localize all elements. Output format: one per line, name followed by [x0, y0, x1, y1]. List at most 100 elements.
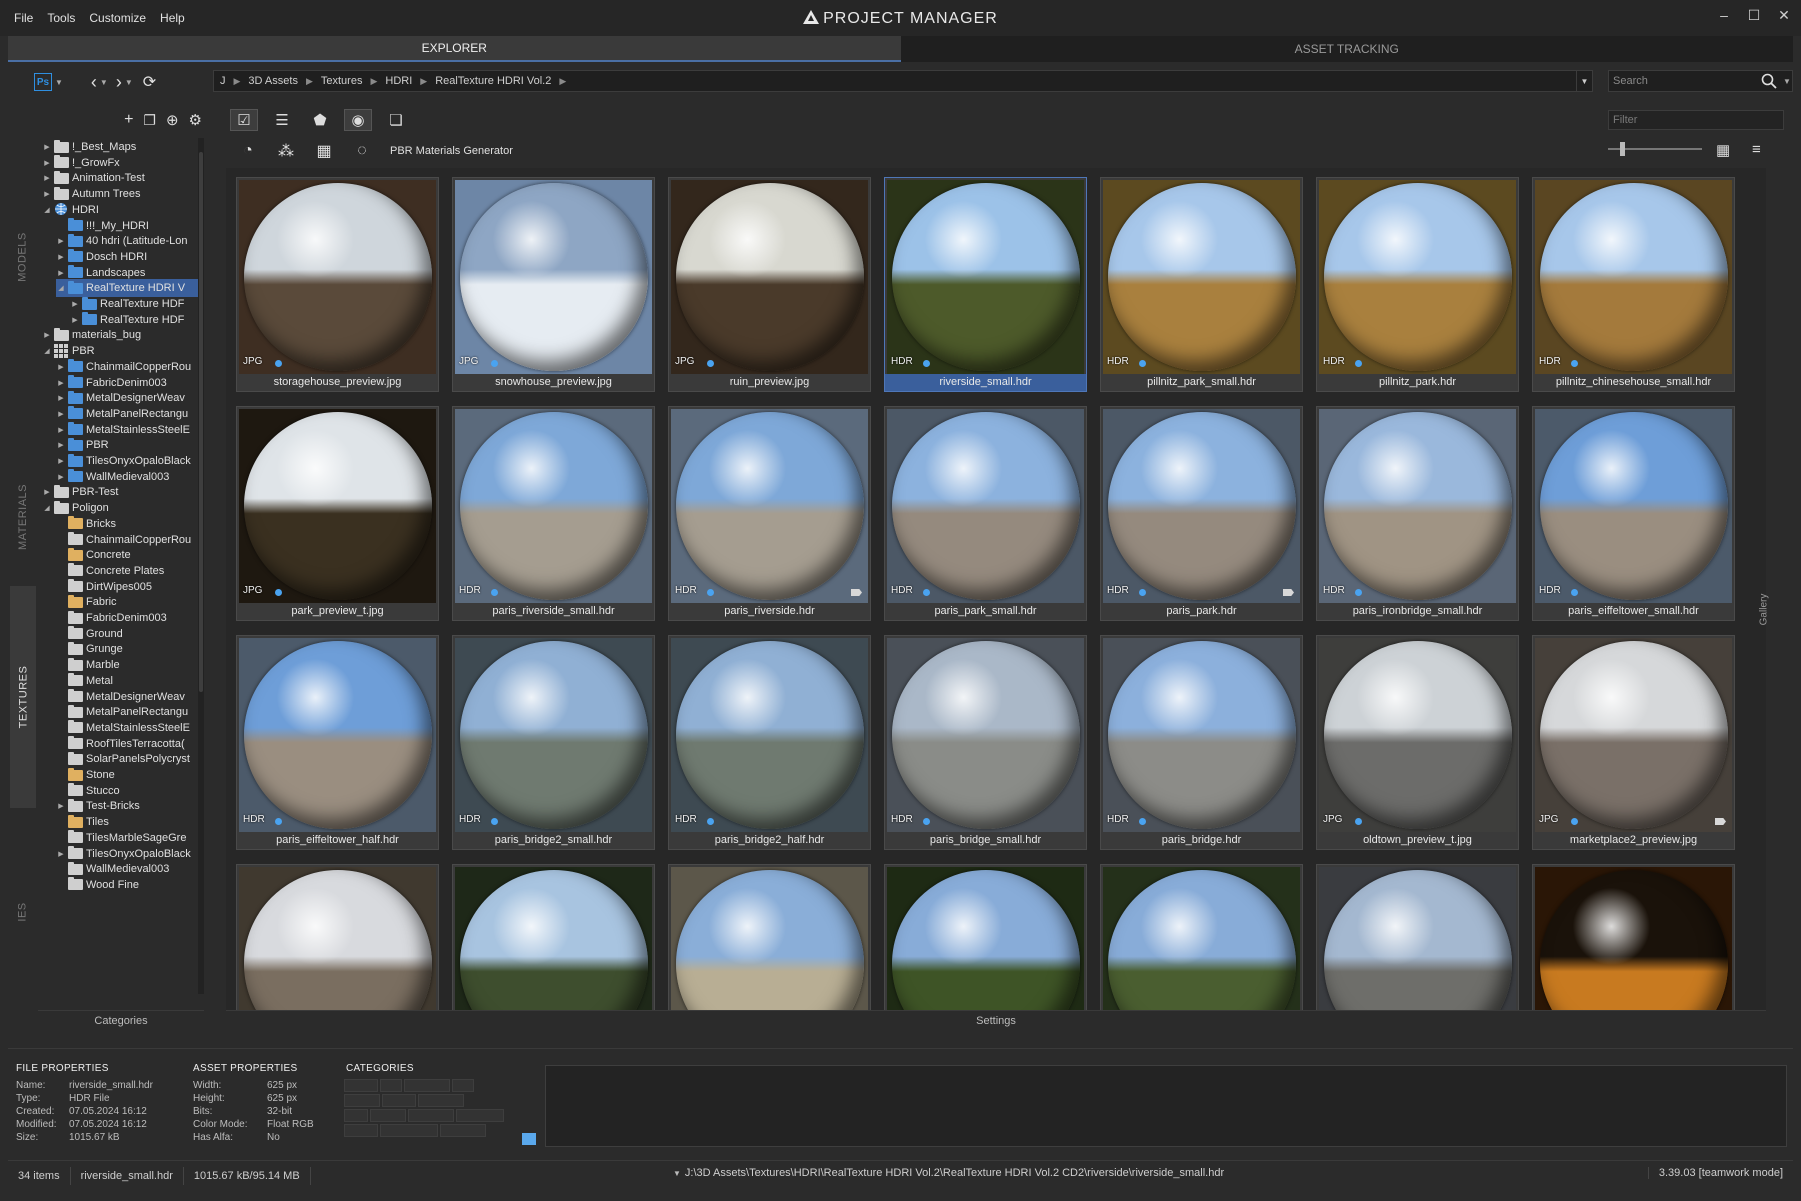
category-cell[interactable]: [344, 1094, 380, 1107]
asset-thumbnail[interactable]: HDR: [1319, 409, 1516, 603]
asset-card[interactable]: HDR paris_park_small.hdr: [884, 406, 1087, 621]
asset-thumbnail[interactable]: [239, 867, 436, 1010]
asset-thumbnail[interactable]: [671, 867, 868, 1010]
asset-card[interactable]: JPG park_preview_t.jpg: [236, 406, 439, 621]
asset-thumbnail[interactable]: HDR: [671, 409, 868, 603]
expand-arrow-icon[interactable]: ▶: [56, 441, 66, 449]
category-cell[interactable]: [452, 1079, 474, 1092]
gear-icon[interactable]: ⚙: [189, 111, 202, 129]
material-sphere-icon[interactable]: ◔: [236, 140, 260, 162]
side-tab-materials[interactable]: MATERIALS: [10, 462, 36, 572]
asset-thumbnail[interactable]: HDR: [239, 638, 436, 832]
expand-arrow-icon[interactable]: ▶: [70, 300, 80, 308]
chevron-down-icon[interactable]: ▼: [55, 78, 63, 87]
expand-arrow-icon[interactable]: ▶: [42, 159, 52, 167]
chevron-down-icon[interactable]: ▼: [1783, 77, 1791, 86]
asset-card[interactable]: HDR paris_bridge_small.hdr: [884, 635, 1087, 850]
asset-card[interactable]: JPG storagehouse_preview.jpg: [236, 177, 439, 392]
asset-card[interactable]: [1100, 864, 1303, 1010]
select-mode-icon[interactable]: ☑: [230, 109, 258, 131]
category-color-swatch[interactable]: [522, 1133, 536, 1145]
expand-arrow-icon[interactable]: ▶: [56, 269, 66, 277]
asset-thumbnail[interactable]: HDR: [455, 409, 652, 603]
forward-icon[interactable]: ›: [116, 72, 122, 93]
asset-thumbnail[interactable]: HDR: [1103, 409, 1300, 603]
multi-material-icon[interactable]: ⁂: [274, 140, 298, 162]
tag-icon[interactable]: ⬟: [306, 109, 334, 131]
category-cell[interactable]: [380, 1124, 438, 1137]
asset-card[interactable]: JPG snowhouse_preview.jpg: [452, 177, 655, 392]
tree-item[interactable]: Wood Fine: [56, 876, 198, 894]
asset-card[interactable]: HDR pillnitz_park_small.hdr: [1100, 177, 1303, 392]
expand-arrow-icon[interactable]: ▶: [42, 190, 52, 198]
close-icon[interactable]: ✕: [1777, 7, 1791, 23]
breadcrumb-item[interactable]: Textures: [321, 75, 363, 87]
pbr-generator-label[interactable]: PBR Materials Generator: [390, 145, 513, 157]
asset-thumbnail[interactable]: [887, 867, 1084, 1010]
asset-thumbnail[interactable]: [1319, 867, 1516, 1010]
asset-card[interactable]: [884, 864, 1087, 1010]
asset-thumbnail[interactable]: HDR: [455, 638, 652, 832]
categories-toggle[interactable]: Categories: [38, 1010, 204, 1030]
expand-arrow-icon[interactable]: ▶: [56, 379, 66, 387]
category-cell[interactable]: [408, 1109, 454, 1122]
asset-card[interactable]: HDR paris_ironbridge_small.hdr: [1316, 406, 1519, 621]
asset-thumbnail[interactable]: HDR: [1535, 409, 1732, 603]
sort-icon[interactable]: ≡: [1752, 141, 1761, 158]
expand-arrow-icon[interactable]: ▶: [56, 253, 66, 261]
breadcrumb-item[interactable]: HDRI: [385, 75, 412, 87]
asset-thumbnail[interactable]: HDR: [1535, 180, 1732, 374]
category-cell[interactable]: [344, 1124, 378, 1137]
breadcrumb-item[interactable]: 3D Assets: [248, 75, 298, 87]
menu-customize[interactable]: Customize: [89, 11, 146, 25]
asset-card[interactable]: JPG oldtown_preview_t.jpg: [1316, 635, 1519, 850]
menu-tools[interactable]: Tools: [47, 11, 75, 25]
refresh-icon[interactable]: ⟳: [143, 72, 156, 92]
asset-thumbnail[interactable]: JPG: [671, 180, 868, 374]
expand-arrow-icon[interactable]: ▶: [42, 331, 52, 339]
texture-grid-icon[interactable]: ▦: [312, 140, 336, 162]
asset-thumbnail[interactable]: [455, 867, 652, 1010]
filter-input[interactable]: Filter: [1608, 110, 1784, 130]
asset-card[interactable]: HDR paris_riverside.hdr: [668, 406, 871, 621]
menu-file[interactable]: File: [14, 11, 33, 25]
breadcrumb-dropdown-icon[interactable]: ▼: [1576, 71, 1592, 91]
expand-arrow-icon[interactable]: ▶: [56, 426, 66, 434]
gallery-side-tab[interactable]: Gallery: [1758, 580, 1782, 640]
asset-card[interactable]: HDR paris_eiffeltower_small.hdr: [1532, 406, 1735, 621]
breadcrumb[interactable]: J ▶ 3D Assets ▶ Textures ▶ HDRI ▶ RealTextur…: [213, 70, 1593, 92]
globe-icon[interactable]: ⊕: [166, 111, 179, 129]
expand-arrow-icon[interactable]: ▶: [56, 850, 66, 858]
asset-thumbnail[interactable]: JPG: [239, 409, 436, 603]
asset-thumbnail[interactable]: JPG: [1535, 638, 1732, 832]
category-cell[interactable]: [344, 1079, 378, 1092]
expand-arrow-icon[interactable]: ▶: [56, 394, 66, 402]
tree-scrollbar[interactable]: [198, 138, 204, 994]
asset-card[interactable]: HDR paris_park.hdr: [1100, 406, 1303, 621]
search-icon[interactable]: [1761, 73, 1777, 89]
expand-arrow-icon[interactable]: ▶: [56, 802, 66, 810]
category-cell[interactable]: [370, 1109, 406, 1122]
category-cell[interactable]: [404, 1079, 450, 1092]
thumbnail-size-slider[interactable]: [1608, 142, 1702, 156]
maximize-icon[interactable]: ☐: [1747, 7, 1761, 23]
expand-arrow-icon[interactable]: ▶: [56, 457, 66, 465]
asset-thumbnail[interactable]: HDR: [1103, 638, 1300, 832]
asset-thumbnail[interactable]: HDR: [887, 409, 1084, 603]
asset-thumbnail[interactable]: HDR: [671, 638, 868, 832]
asset-thumbnail[interactable]: [1103, 867, 1300, 1010]
asset-thumbnail[interactable]: [1535, 867, 1732, 1010]
breadcrumb-item[interactable]: J: [220, 75, 226, 87]
expand-arrow-icon[interactable]: ▶: [42, 174, 52, 182]
asset-thumbnail[interactable]: HDR: [1319, 180, 1516, 374]
side-tab-models[interactable]: MODELS: [10, 212, 36, 302]
expanded-arrow-icon[interactable]: ◢: [42, 504, 52, 512]
breadcrumb-item[interactable]: RealTexture HDRI Vol.2: [435, 75, 551, 87]
expand-arrow-icon[interactable]: ▶: [56, 410, 66, 418]
asset-card[interactable]: HDR pillnitz_park.hdr: [1316, 177, 1519, 392]
asset-card[interactable]: HDR paris_riverside_small.hdr: [452, 406, 655, 621]
asset-card[interactable]: [236, 864, 439, 1010]
photoshop-icon[interactable]: Ps: [34, 73, 52, 91]
asset-card[interactable]: HDR pillnitz_chinesehouse_small.hdr: [1532, 177, 1735, 392]
notes-area[interactable]: [545, 1065, 1787, 1147]
